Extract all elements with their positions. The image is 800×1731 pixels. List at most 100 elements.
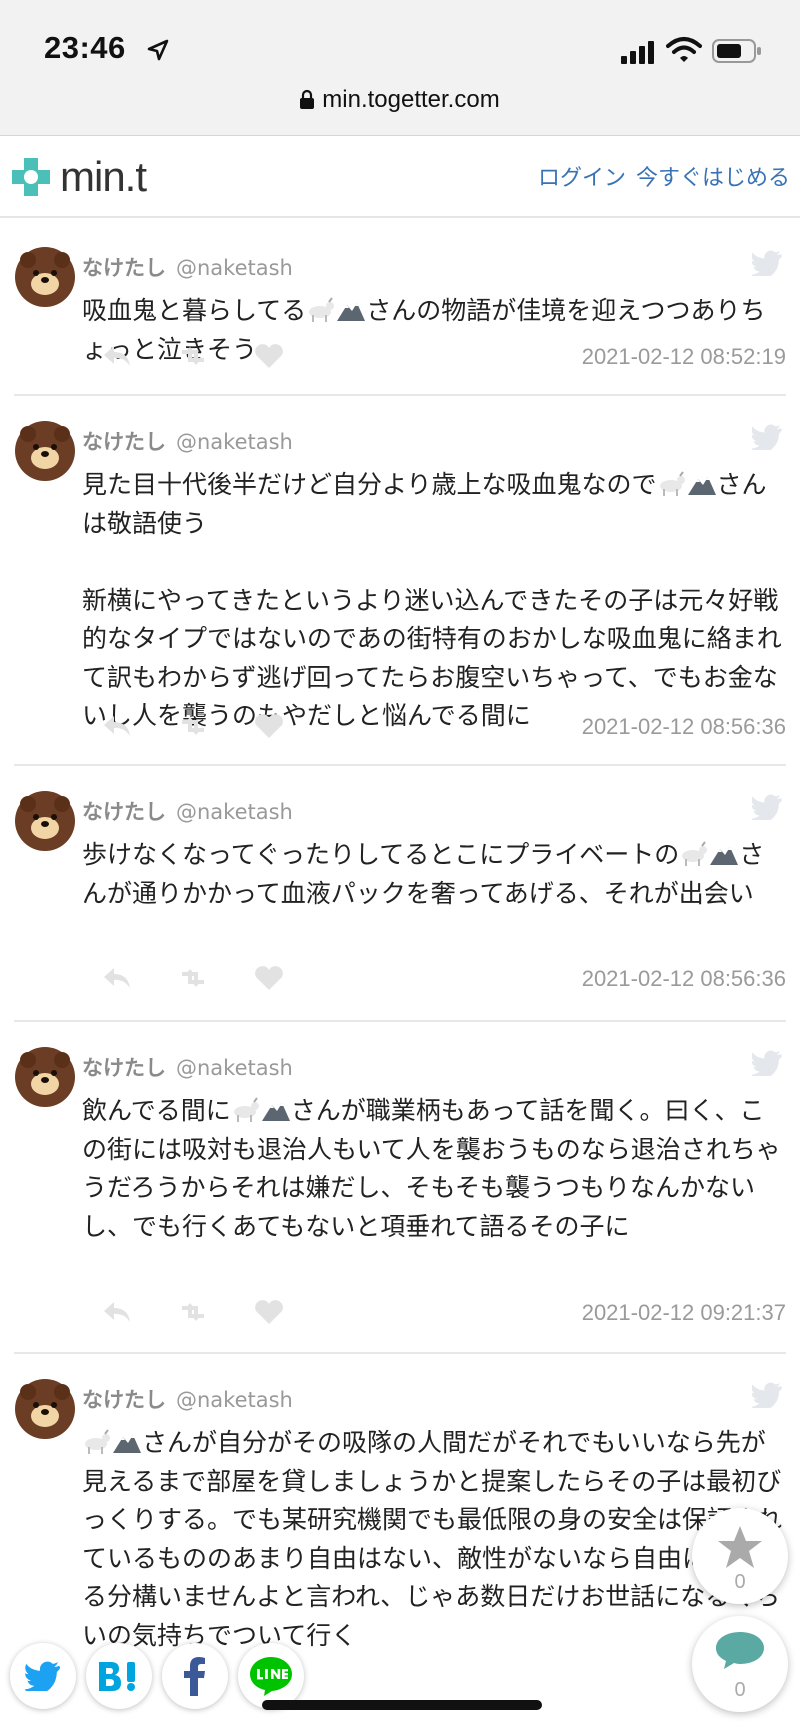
tweet-author[interactable]: なけたし @naketash — [82, 426, 293, 456]
tweet-item: なけたし @naketash さんが自分がその吸隊の人間だがそれでもいいなら先が見… — [14, 1354, 786, 1654]
goat-emoji-icon — [231, 1096, 261, 1122]
twitter-bird-icon[interactable] — [752, 1050, 782, 1076]
tweet-text-a: 吸血鬼と暮らしてる — [82, 296, 307, 325]
mountain-emoji-icon — [112, 1428, 142, 1454]
avatar[interactable] — [14, 1378, 76, 1440]
tweet-actions — [100, 1298, 320, 1328]
favorite-count: 0 — [734, 1571, 746, 1593]
goat-emoji-icon — [306, 296, 336, 322]
mountain-emoji-icon — [336, 296, 366, 322]
tweet-text-a: 飲んでる間に — [82, 1096, 231, 1125]
hatena-bookmark-button[interactable] — [86, 1643, 152, 1709]
start-link[interactable]: 今すぐはじめる — [636, 166, 790, 191]
author-name: なけたし — [82, 800, 166, 824]
facebook-icon — [184, 1657, 205, 1696]
tweet-date[interactable]: 2021-02-12 08:52:19 — [582, 344, 786, 370]
author-name: なけたし — [82, 430, 166, 454]
line-icon — [250, 1657, 292, 1696]
goat-emoji-icon — [679, 840, 709, 866]
author-handle: @naketash — [176, 256, 293, 280]
author-name: なけたし — [82, 256, 166, 280]
goat-emoji-icon — [82, 1428, 112, 1454]
twitter-icon — [25, 1661, 61, 1691]
retweet-icon[interactable] — [176, 342, 210, 370]
mountain-emoji-icon — [687, 470, 717, 496]
author-handle: @naketash — [176, 1056, 293, 1080]
reply-icon[interactable] — [100, 342, 134, 370]
retweet-icon[interactable] — [176, 712, 210, 740]
comment-bubble-icon — [716, 1632, 764, 1669]
url-text: min.togetter.com — [322, 86, 500, 113]
tweet-date[interactable]: 2021-02-12 08:56:36 — [582, 966, 786, 992]
site-header: min.t ログイン 今すぐはじめる — [0, 136, 800, 218]
tweet-actions — [100, 342, 320, 372]
tweet-text-a: 歩けなくなってぐったりしてるとこにプライベートの — [82, 840, 680, 869]
mountain-emoji-icon — [261, 1096, 291, 1122]
twitter-bird-icon[interactable] — [752, 424, 782, 450]
like-icon[interactable] — [252, 964, 286, 992]
author-name: なけたし — [82, 1388, 166, 1412]
twitter-bird-icon[interactable] — [752, 794, 782, 820]
avatar[interactable] — [14, 1046, 76, 1108]
signal-icon — [621, 41, 654, 64]
home-indicator — [262, 1700, 542, 1710]
author-handle: @naketash — [176, 430, 293, 454]
tweet-author[interactable]: なけたし @naketash — [82, 252, 293, 282]
avatar[interactable] — [14, 790, 76, 852]
twitter-share-button[interactable] — [10, 1643, 76, 1709]
hatena-bookmark-icon — [99, 1662, 135, 1691]
retweet-icon[interactable] — [176, 964, 210, 992]
tweet-list: なけたし @naketash 吸血鬼と暮らしてる さんの物語が佳境を迎えつつありちょ… — [14, 222, 786, 1654]
reply-icon[interactable] — [100, 1298, 134, 1326]
tweet-text-b: さんが自分がその吸隊の人間だがそれでもいいなら先が見えるまで部屋を貸しましょうか… — [82, 1428, 783, 1650]
status-time: 23:46 — [44, 30, 126, 65]
favorite-button[interactable]: 0 — [692, 1508, 788, 1604]
tweet-item: なけたし @naketash 歩けなくなってぐったりしてるとこにプライベートの さん… — [14, 766, 786, 1022]
author-handle: @naketash — [176, 1388, 293, 1412]
lock-icon — [300, 89, 315, 109]
mountain-emoji-icon — [709, 840, 739, 866]
login-link[interactable]: ログイン — [538, 166, 626, 191]
retweet-icon[interactable] — [176, 1298, 210, 1326]
author-handle: @naketash — [176, 800, 293, 824]
battery-icon — [712, 39, 761, 63]
tweet-item: なけたし @naketash 見た目十代後半だけど自分より歳上な吸血鬼なので さんは… — [14, 396, 786, 766]
facebook-share-button[interactable] — [162, 1643, 228, 1709]
comment-button[interactable]: 0 — [692, 1616, 788, 1712]
star-icon — [718, 1526, 762, 1568]
wifi-icon — [666, 37, 702, 62]
reply-icon[interactable] — [100, 712, 134, 740]
address-bar[interactable]: min.togetter.com — [0, 86, 800, 114]
tweet-actions — [100, 712, 320, 742]
tweet-item: なけたし @naketash 吸血鬼と暮らしてる さんの物語が佳境を迎えつつありちょ… — [14, 222, 786, 396]
site-logo[interactable]: min.t — [8, 153, 147, 200]
tweet-text-b: さんは敬語使う 新横にやってきたというより迷い込んできたその子は元々好戦的なタイ… — [82, 470, 782, 730]
browser-chrome: 23:46 min.togetter.com — [0, 0, 800, 136]
tweet-item: なけたし @naketash 飲んでる間に さんが職業柄もあって話を聞く。曰く、この… — [14, 1022, 786, 1354]
twitter-bird-icon[interactable] — [752, 1382, 782, 1408]
avatar[interactable] — [14, 246, 76, 308]
logo-mark-icon — [12, 158, 50, 196]
like-icon[interactable] — [252, 712, 286, 740]
location-arrow-icon — [147, 39, 169, 61]
header-nav: ログイン 今すぐはじめる — [528, 160, 790, 192]
tweet-text: 見た目十代後半だけど自分より歳上な吸血鬼なので さんは敬語使う 新横にやってきたと… — [82, 466, 788, 736]
like-icon[interactable] — [252, 1298, 286, 1326]
tweet-author[interactable]: なけたし @naketash — [82, 1384, 293, 1414]
reply-icon[interactable] — [100, 964, 134, 992]
like-icon[interactable] — [252, 342, 286, 370]
tweet-text: さんが自分がその吸隊の人間だがそれでもいいなら先が見えるまで部屋を貸しましょうか… — [82, 1424, 788, 1655]
goat-emoji-icon — [657, 470, 687, 496]
tweet-text: 歩けなくなってぐったりしてるとこにプライベートの さんが通りかかって血液パックを奢… — [82, 836, 788, 913]
logo-text: min.t — [60, 153, 147, 200]
tweet-text-a: 見た目十代後半だけど自分より歳上な吸血鬼なので — [82, 470, 657, 499]
tweet-text: 飲んでる間に さんが職業柄もあって話を聞く。曰く、この街には吸対も退治人もいて人を… — [82, 1092, 788, 1246]
tweet-date[interactable]: 2021-02-12 08:56:36 — [582, 714, 786, 740]
author-name: なけたし — [82, 1056, 166, 1080]
tweet-actions — [100, 964, 320, 994]
avatar[interactable] — [14, 420, 76, 482]
tweet-author[interactable]: なけたし @naketash — [82, 796, 293, 826]
tweet-author[interactable]: なけたし @naketash — [82, 1052, 293, 1082]
twitter-bird-icon[interactable] — [752, 250, 782, 276]
tweet-date[interactable]: 2021-02-12 09:21:37 — [582, 1300, 786, 1326]
